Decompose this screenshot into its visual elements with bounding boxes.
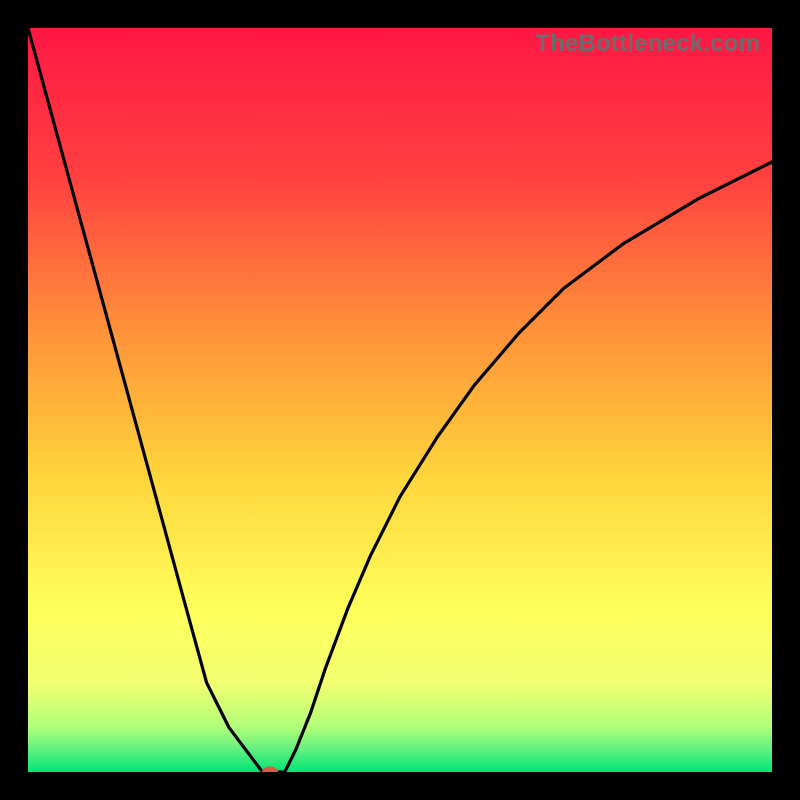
bottleneck-curve xyxy=(28,28,772,772)
chart-frame: TheBottleneck.com xyxy=(0,0,800,800)
watermark-text: TheBottleneck.com xyxy=(535,30,760,58)
plot-area: TheBottleneck.com xyxy=(28,28,772,772)
optimum-marker xyxy=(262,767,278,773)
